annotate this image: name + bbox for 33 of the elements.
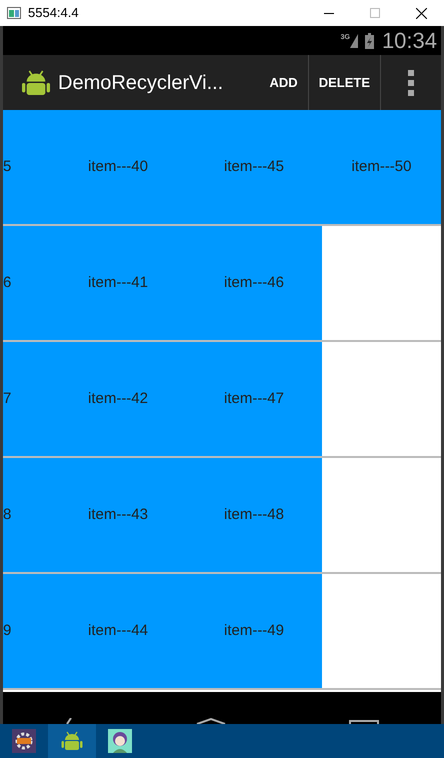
grid-cell[interactable]: item---45 — [186, 110, 322, 224]
taskbar-app[interactable] — [48, 724, 96, 758]
app-title: DemoRecyclerVi... — [58, 70, 224, 96]
battery-icon — [364, 32, 374, 48]
clock: 10:34 — [382, 30, 437, 52]
grid-cell[interactable]: 6 — [3, 226, 50, 340]
grid-cell[interactable]: item---41 — [50, 226, 186, 340]
grid-cell[interactable]: item---43 — [50, 458, 186, 572]
recents-icon — [349, 720, 380, 724]
grid-cell[interactable]: item---44 — [50, 574, 186, 688]
window-title: 5554:4.4 — [28, 4, 79, 22]
more-icon — [408, 70, 414, 96]
signal-icon — [350, 34, 358, 48]
window-icon — [7, 7, 21, 19]
back-icon — [64, 718, 73, 724]
close-icon — [416, 8, 426, 18]
grid-cell[interactable]: item---46 — [186, 226, 322, 340]
grid-cell[interactable]: item---42 — [50, 342, 186, 456]
grid-cell[interactable]: 5 — [3, 110, 50, 224]
android-icon — [60, 729, 84, 753]
gear-icon — [12, 729, 36, 753]
maximize-icon — [370, 8, 380, 18]
grid-cell[interactable]: item---47 — [186, 342, 322, 456]
grid-cell[interactable]: item---49 — [186, 574, 322, 688]
grid-cell[interactable]: 9 — [3, 574, 50, 688]
grid-cell[interactable]: 8 — [3, 458, 50, 572]
home-icon — [196, 718, 226, 724]
grid-cell[interactable]: item---50 — [322, 110, 441, 224]
grid-cell[interactable]: 7 — [3, 342, 50, 456]
grid-cell[interactable]: item---48 — [186, 458, 322, 572]
minimize-icon — [324, 12, 334, 14]
grid-cell[interactable]: item---40 — [50, 110, 186, 224]
avatar-icon — [108, 729, 132, 753]
